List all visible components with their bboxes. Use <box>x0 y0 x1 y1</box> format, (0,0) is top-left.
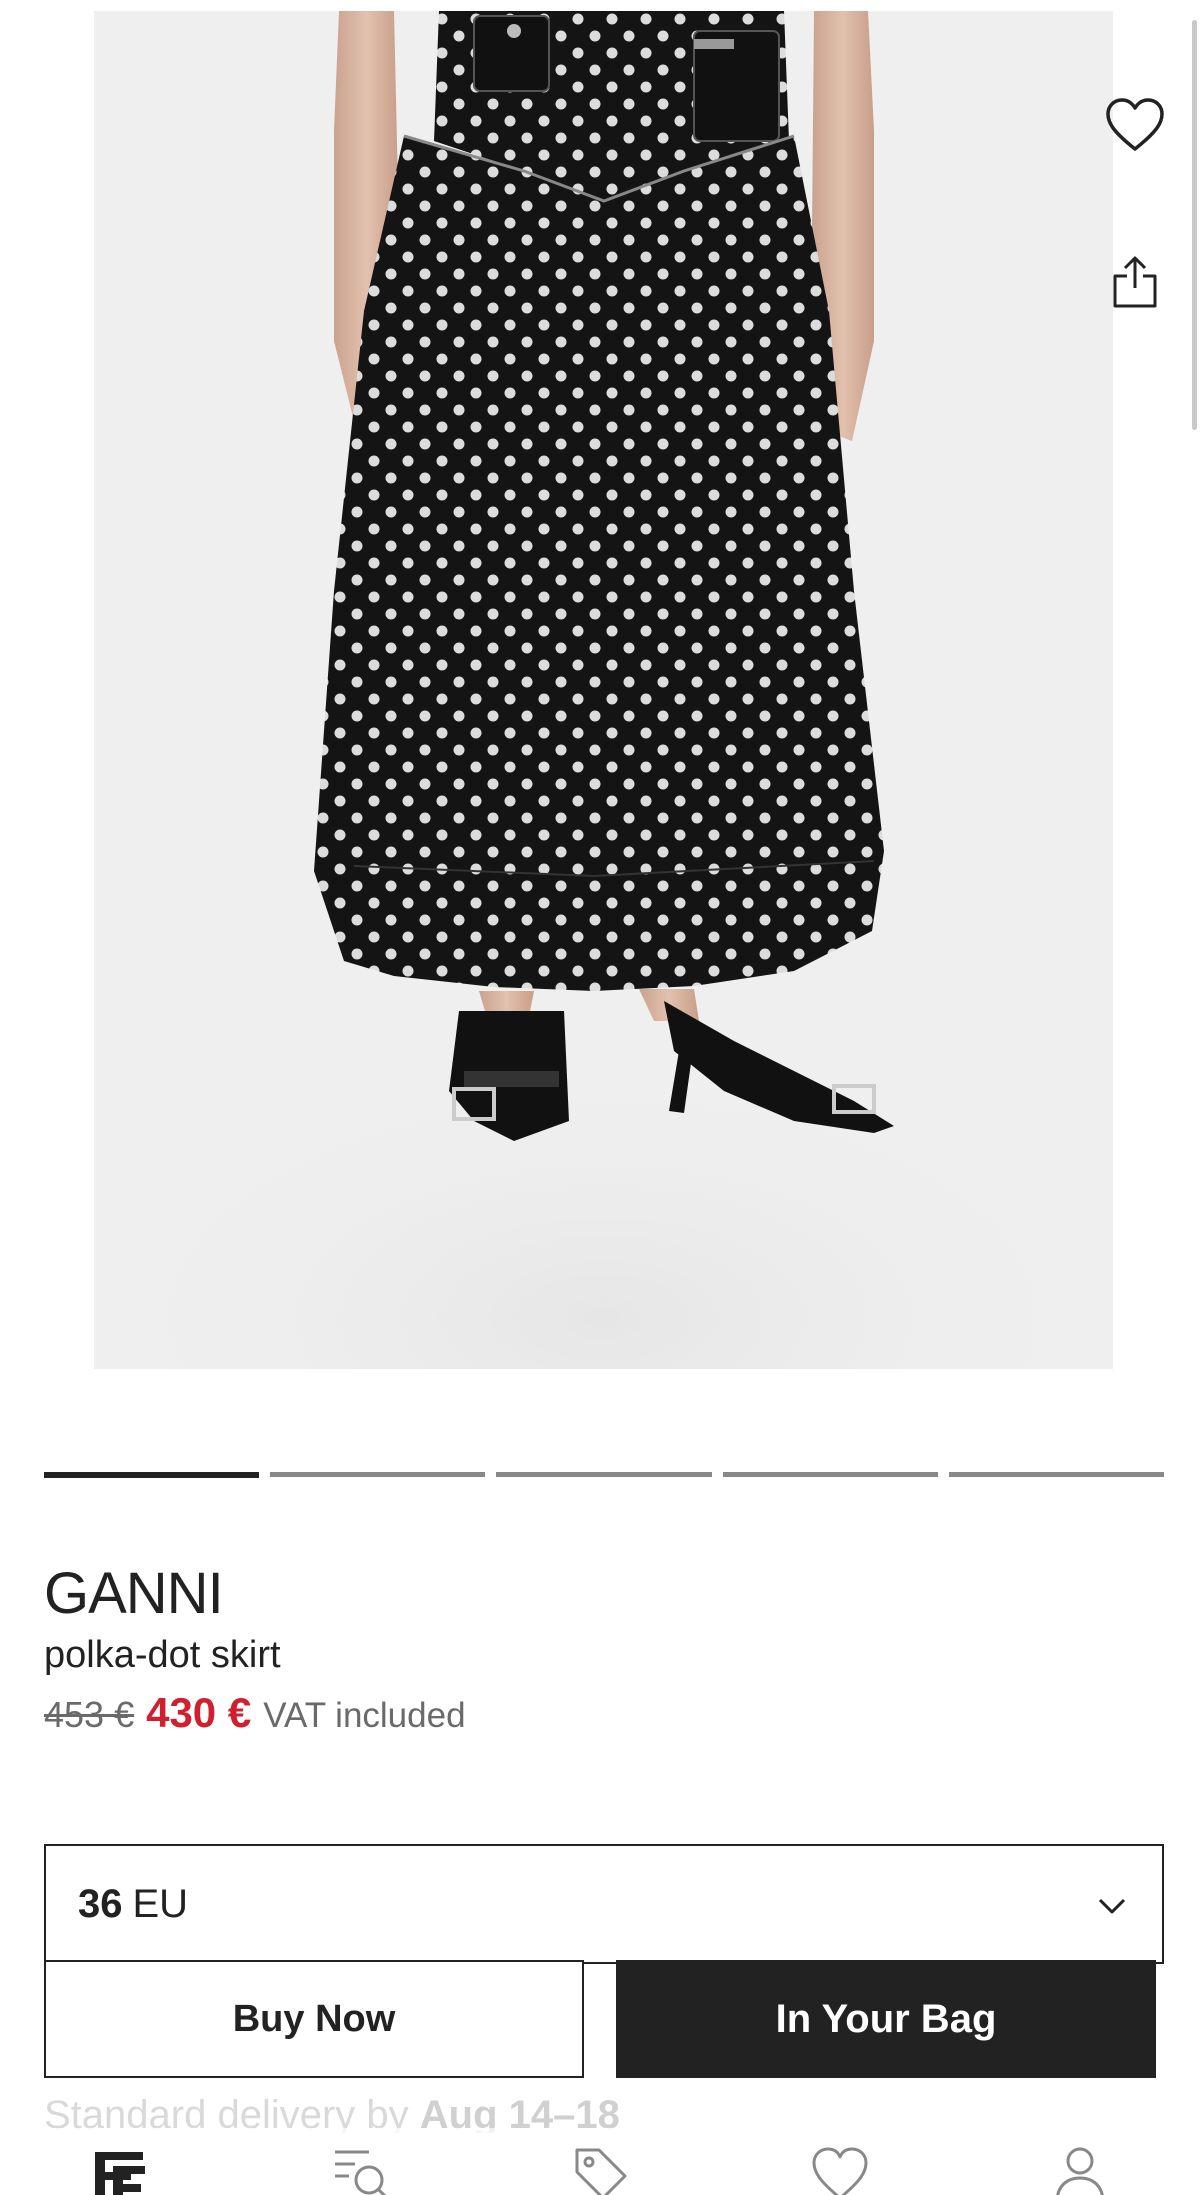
product-page: GANNI polka-dot skirt 453 € 430 € VAT in… <box>0 0 1200 2195</box>
nav-account[interactable] <box>1030 2128 1130 2195</box>
sale-price: 430 € <box>146 1689 252 1736</box>
vat-note: VAT included <box>263 1696 466 1735</box>
pager-segment-3[interactable] <box>496 1472 712 1477</box>
share-button[interactable] <box>1100 247 1170 317</box>
user-icon <box>1056 2147 1104 2195</box>
pager-segment-1[interactable] <box>44 1472 260 1478</box>
share-icon <box>1113 256 1157 308</box>
wishlist-button[interactable] <box>1100 90 1170 160</box>
price-row: 453 € 430 € VAT included <box>44 1689 466 1737</box>
search-icon <box>335 2150 387 2195</box>
tag-icon <box>575 2148 627 2195</box>
image-carousel-pager <box>44 1472 1165 1478</box>
nav-wishlist[interactable] <box>790 2128 890 2195</box>
brand-name[interactable]: GANNI <box>44 1560 224 1627</box>
page-scrollbar[interactable] <box>1192 20 1197 430</box>
chevron-down-icon <box>1098 1898 1126 1914</box>
size-select[interactable]: 36 EU <box>44 1844 1164 1964</box>
nav-search[interactable] <box>310 2128 410 2195</box>
size-value: 36 <box>78 1881 123 1926</box>
delivery-prefix: Standard delivery by <box>44 2093 420 2133</box>
delivery-estimate: Standard delivery by Aug 14–18 <box>44 2093 1164 2133</box>
pager-segment-5[interactable] <box>948 1472 1165 1477</box>
pager-segment-4[interactable] <box>722 1472 938 1477</box>
product-title: polka-dot skirt <box>44 1634 281 1676</box>
farfetch-logo-icon <box>95 2152 145 2195</box>
bottom-nav <box>0 2128 1200 2195</box>
original-price: 453 € <box>44 1694 135 1735</box>
in-your-bag-button[interactable]: In Your Bag <box>616 1960 1156 2078</box>
pager-segment-2[interactable] <box>270 1472 486 1477</box>
heart-icon <box>812 2147 868 2195</box>
skirt-photo <box>94 11 1113 1369</box>
heart-icon <box>1106 98 1164 151</box>
buy-now-button[interactable]: Buy Now <box>44 1960 584 2078</box>
product-image[interactable] <box>94 11 1113 1369</box>
size-unit: EU <box>132 1881 189 1926</box>
nav-sale[interactable] <box>550 2128 650 2195</box>
nav-home[interactable] <box>70 2128 170 2195</box>
delivery-dates: Aug 14–18 <box>419 2093 620 2133</box>
